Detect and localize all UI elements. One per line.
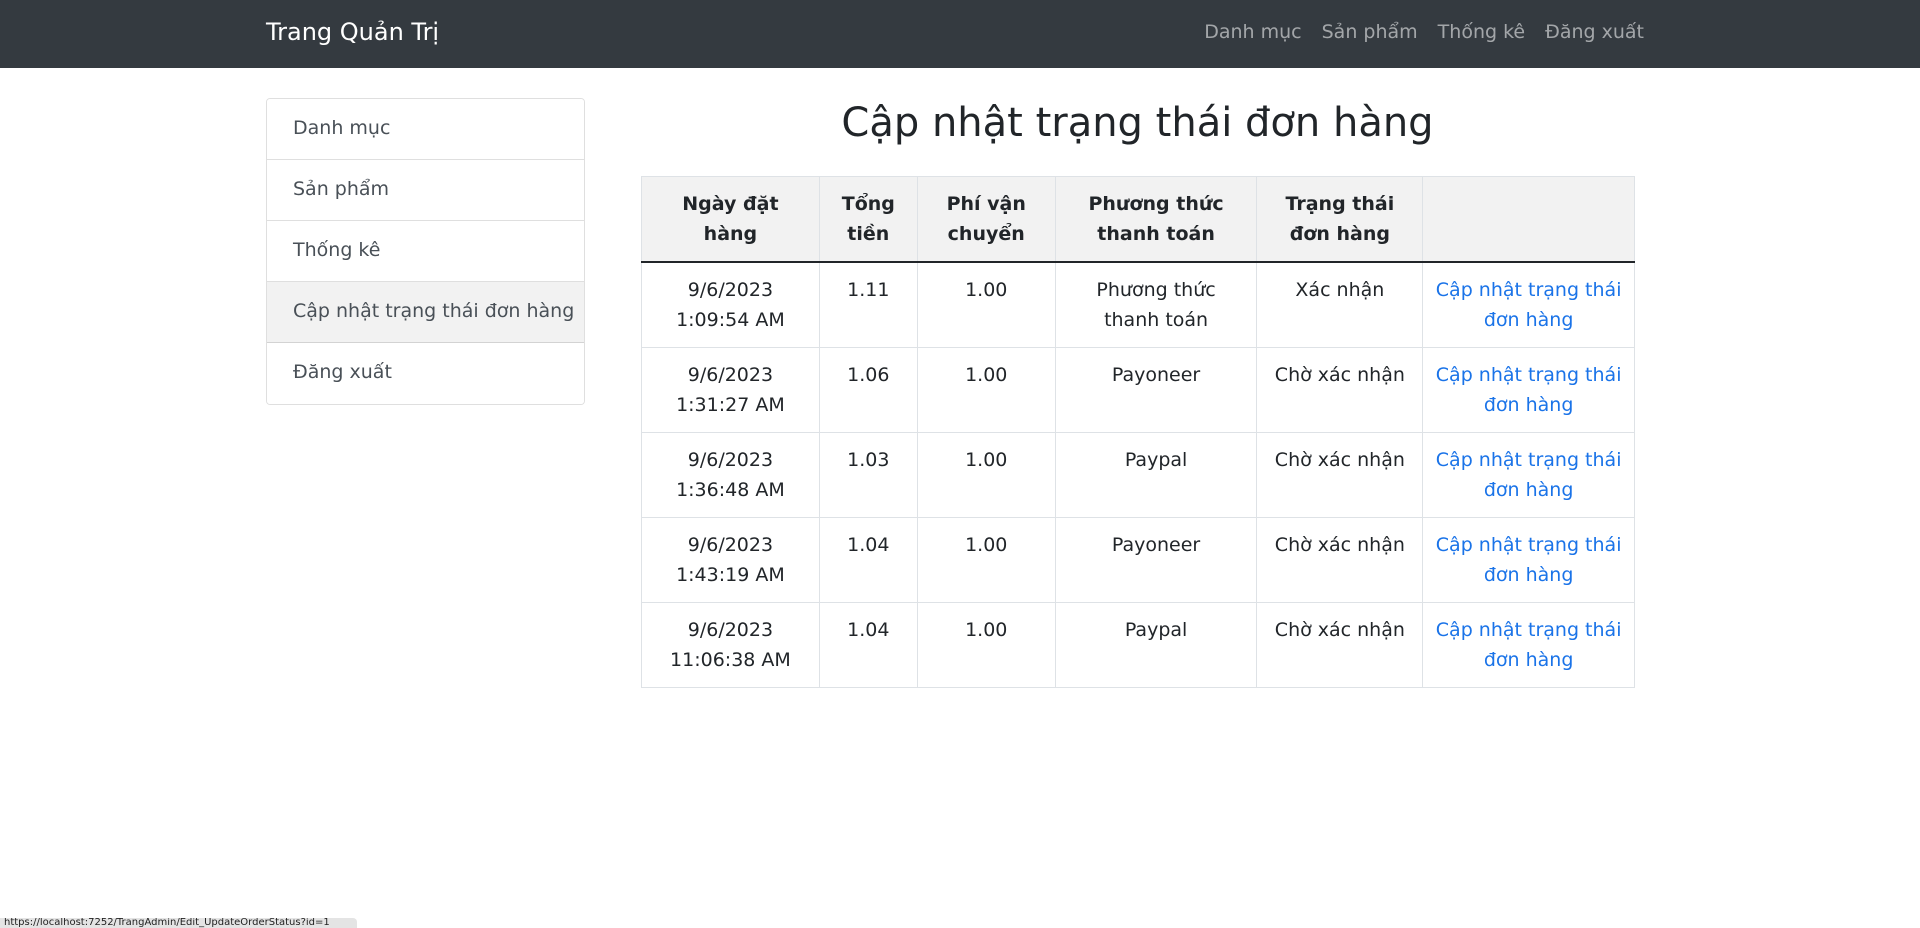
cell-actions: Cập nhật trạng thái đơn hàng [1422, 602, 1635, 688]
table-row: 9/6/2023 1:43:19 AM 1.04 1.00 Payoneer C… [641, 517, 1635, 603]
header-payment-method: Phương thức thanh toán [1054, 176, 1258, 263]
sidebar-item-thong-ke[interactable]: Thống kê [267, 221, 584, 282]
update-status-link[interactable]: Cập nhật trạng thái đơn hàng [1436, 364, 1622, 416]
table-header-row: Ngày đặt hàng Tổng tiền Phí vận chuyển P… [641, 176, 1635, 263]
cell-total: 1.04 [818, 517, 918, 603]
cell-shipping-fee: 1.00 [916, 602, 1056, 688]
sidebar-item-san-pham[interactable]: Sản phẩm [267, 160, 584, 221]
table-row: 9/6/2023 1:09:54 AM 1.11 1.00 Phương thứ… [641, 261, 1635, 348]
cell-shipping-fee: 1.00 [916, 347, 1056, 433]
table-row: 9/6/2023 1:31:27 AM 1.06 1.00 Payoneer C… [641, 347, 1635, 433]
cell-actions: Cập nhật trạng thái đơn hàng [1422, 432, 1635, 518]
cell-order-date: 9/6/2023 1:31:27 AM [641, 347, 820, 433]
browser-status-url: https://localhost:7252/TrangAdmin/Edit_U… [0, 918, 357, 928]
header-order-status: Trạng thái đơn hàng [1256, 176, 1424, 263]
header-shipping-fee: Phí vận chuyển [916, 176, 1056, 263]
sidebar-item-dang-xuat[interactable]: Đăng xuất [267, 343, 584, 404]
cell-total: 1.11 [818, 261, 918, 348]
table-row: 9/6/2023 1:36:48 AM 1.03 1.00 Paypal Chờ… [641, 432, 1635, 518]
sidebar-item-update-order-status[interactable]: Cập nhật trạng thái đơn hàng [267, 282, 584, 343]
nav-link-dang-xuat[interactable]: Đăng xuất [1545, 21, 1644, 43]
cell-order-date: 9/6/2023 1:36:48 AM [641, 432, 820, 518]
cell-actions: Cập nhật trạng thái đơn hàng [1422, 517, 1635, 603]
cell-shipping-fee: 1.00 [916, 517, 1056, 603]
cell-payment-method: Paypal [1054, 602, 1258, 688]
cell-payment-method: Payoneer [1054, 347, 1258, 433]
update-status-link[interactable]: Cập nhật trạng thái đơn hàng [1436, 449, 1622, 501]
top-navbar: Trang Quản Trị Danh mục Sản phẩm Thống k… [0, 0, 1920, 68]
cell-order-status: Chờ xác nhận [1256, 517, 1424, 603]
cell-actions: Cập nhật trạng thái đơn hàng [1422, 347, 1635, 433]
page-title: Cập nhật trạng thái đơn hàng [841, 100, 1434, 146]
cell-order-status: Chờ xác nhận [1256, 602, 1424, 688]
sidebar-menu: Danh mục Sản phẩm Thống kê Cập nhật trạn… [266, 98, 585, 405]
cell-total: 1.06 [818, 347, 918, 433]
sidebar-item-danh-muc[interactable]: Danh mục [267, 99, 584, 160]
header-total: Tổng tiền [818, 176, 918, 263]
cell-order-date: 9/6/2023 1:43:19 AM [641, 517, 820, 603]
cell-payment-method: Paypal [1054, 432, 1258, 518]
cell-payment-method: Payoneer [1054, 517, 1258, 603]
cell-total: 1.03 [818, 432, 918, 518]
update-status-link[interactable]: Cập nhật trạng thái đơn hàng [1436, 534, 1622, 586]
header-order-date: Ngày đặt hàng [641, 176, 820, 263]
table-row: 9/6/2023 11:06:38 AM 1.04 1.00 Paypal Ch… [641, 602, 1635, 688]
cell-order-date: 9/6/2023 11:06:38 AM [641, 602, 820, 688]
nav-link-thong-ke[interactable]: Thống kê [1438, 21, 1525, 43]
nav-link-danh-muc[interactable]: Danh mục [1204, 21, 1301, 43]
brand-link[interactable]: Trang Quản Trị [266, 18, 439, 46]
nav-link-san-pham[interactable]: Sản phẩm [1322, 21, 1418, 43]
cell-payment-method: Phương thức thanh toán [1054, 261, 1258, 348]
cell-shipping-fee: 1.00 [916, 432, 1056, 518]
cell-order-status: Chờ xác nhận [1256, 432, 1424, 518]
cell-total: 1.04 [818, 602, 918, 688]
cell-order-date: 9/6/2023 1:09:54 AM [641, 261, 820, 348]
cell-actions: Cập nhật trạng thái đơn hàng [1422, 261, 1635, 348]
nav-links: Danh mục Sản phẩm Thống kê Đăng xuất [1204, 21, 1644, 43]
update-status-link[interactable]: Cập nhật trạng thái đơn hàng [1436, 619, 1622, 671]
cell-order-status: Chờ xác nhận [1256, 347, 1424, 433]
cell-shipping-fee: 1.00 [916, 261, 1056, 348]
orders-table: Ngày đặt hàng Tổng tiền Phí vận chuyển P… [641, 176, 1635, 688]
update-status-link[interactable]: Cập nhật trạng thái đơn hàng [1436, 279, 1622, 331]
header-actions [1422, 176, 1635, 263]
cell-order-status: Xác nhận [1256, 261, 1424, 348]
